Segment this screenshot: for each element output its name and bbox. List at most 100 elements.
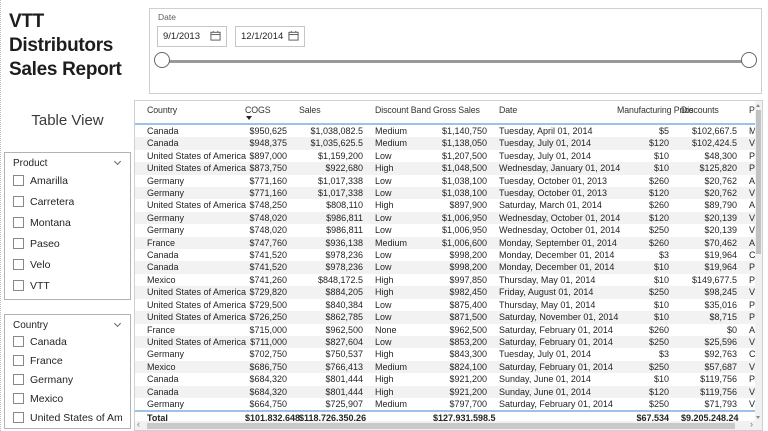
product-filter-header[interactable]: Product [5,153,130,170]
table-row[interactable]: United States of America $726,250 $862,785… [135,311,755,324]
cell-gross-sales: $921,200 [449,374,487,385]
horizontal-scrollbar-thumb[interactable] [147,422,735,429]
checkbox-icon[interactable] [13,374,24,385]
cell-cogs: $950,625 [249,126,287,136]
filter-item-label: France [30,354,63,367]
chevron-down-icon[interactable] [113,157,122,166]
view-label: Table View [31,112,104,129]
chevron-down-icon[interactable] [113,319,122,328]
table-row[interactable]: Germany $702,750 $750,537 High $843,300 Tuesd… [135,348,755,360]
column-header-cogs[interactable]: COGS [239,101,293,125]
column-header-sales[interactable]: Sales [293,101,369,125]
table-row[interactable]: Canada $950,625 $1,038,082.5 Medium $1,140,7… [135,124,755,137]
calendar-icon[interactable] [288,30,299,44]
column-header-discounts[interactable]: Discounts [675,101,743,125]
checkbox-icon[interactable] [13,280,24,291]
filter-item-label: Germany [30,373,74,386]
cell-sales: $862,785 [325,312,363,323]
date-range-slider-handle-end[interactable] [741,52,757,68]
table-row[interactable]: Germany $771,160 $1,017,338 Low $1,038,100 Tu… [135,187,755,200]
vertical-scrollbar[interactable] [755,101,762,421]
filter-item-france[interactable]: France [5,351,130,370]
checkbox-icon[interactable] [13,196,24,207]
table-row[interactable]: United States of America $748,250 $808,110… [135,199,755,211]
checkbox-icon[interactable] [13,412,24,423]
start-date-input[interactable]: 9/1/2013 [157,26,227,47]
filter-item-label: Mexico [30,392,64,405]
table-row[interactable]: United States of America $897,000 $1,159,2… [135,150,755,162]
cell-discounts: $102,424.5 [691,138,737,149]
checkbox-icon[interactable] [13,175,24,186]
cell-discount-band: Low [375,312,392,323]
filter-item-carretera[interactable]: Carretera [5,191,130,212]
date-range-slider-handle-start[interactable] [154,52,170,68]
checkbox-icon[interactable] [13,355,24,366]
table-row[interactable]: United States of America $729,820 $884,205… [135,286,755,299]
country-filter-header[interactable]: Country [5,315,130,332]
table-row[interactable]: Canada $741,520 $978,236 Low $998,200 Monday,… [135,249,755,261]
table-row[interactable]: France $715,000 $962,500 None $962,500 Saturd… [135,324,755,336]
checkbox-icon[interactable] [13,217,24,228]
checkbox-icon[interactable] [13,336,24,347]
cell-product: Velo [749,138,755,149]
column-header-country[interactable]: Country [135,101,239,125]
column-header-discount-band[interactable]: Discount Band [369,101,431,125]
column-header-gross-sales[interactable]: Gross Sales [427,101,493,125]
cell-gross-sales: $871,500 [449,312,487,323]
end-date-input[interactable]: 12/1/2014 [235,26,305,47]
table-row[interactable]: Mexico $686,750 $766,413 Medium $824,100 Satu… [135,360,755,374]
table-row[interactable]: Canada $684,320 $801,444 High $921,200 Sunday… [135,385,755,398]
filter-item-canada[interactable]: Canada [5,332,130,351]
table-row[interactable]: Canada $948,375 $1,035,625.5 Medium $1,138,0… [135,137,755,150]
table-row[interactable]: Canada $684,320 $801,444 High $921,200 Sunday… [135,373,755,385]
scroll-up-icon[interactable] [756,104,761,107]
table-row[interactable]: Mexico $741,260 $848,172.5 High $997,850 Thur… [135,274,755,286]
data-table: Country COGS Sales Discount Band Gross Sales… [135,101,755,421]
cell-discount-band: Medium [375,237,408,248]
cell-date: Tuesday, April 01, 2014 [499,126,593,136]
table-row[interactable]: United States of America $711,000 $827,604… [135,335,755,349]
vertical-scrollbar-thumb[interactable] [756,110,761,254]
filter-item-label: United States of America [30,411,122,424]
table-row[interactable]: Germany $748,020 $986,811 Low $1,006,950 Wedn… [135,224,755,236]
table-row[interactable]: France $747,760 $936,138 Medium $1,006,600 Mo… [135,236,755,250]
cell-discounts: $20,762 [704,188,737,199]
filter-item-mexico[interactable]: Mexico [5,389,130,408]
scroll-left-icon[interactable]: ‹ [137,420,140,429]
cell-discounts: $70,462 [704,237,737,248]
cell-country: Canada [147,374,179,385]
calendar-icon[interactable] [210,30,221,44]
column-header-manufacturing-price[interactable]: Manufacturing Price [611,101,693,125]
table-row[interactable]: Germany $748,020 $986,811 Low $1,006,950 Wedn… [135,211,755,225]
column-header-label: COGS [245,105,271,115]
filter-item-amarilla[interactable]: Amarilla [5,170,130,191]
filter-item-velo[interactable]: Velo [5,254,130,275]
cell-date: Tuesday, July 01, 2014 [499,349,592,360]
column-header-product[interactable]: Product [743,101,755,125]
filter-item-united-states-of-america[interactable]: United States of America [5,408,130,427]
cell-product: VTT [749,398,755,409]
cell-manufacturing-price: $250 [648,398,669,409]
table-row[interactable]: United States of America $873,750 $922,680… [135,162,755,175]
cell-manufacturing-price: $3 [658,349,669,360]
table-row[interactable]: Germany $771,160 $1,017,338 Low $1,038,100 Tu… [135,175,755,187]
filter-item-vtt[interactable]: VTT [5,275,130,296]
cell-sales: $936,138 [325,237,363,248]
table-row[interactable]: Germany $664,750 $725,907 Medium $797,700 Sat… [135,398,755,411]
table-row[interactable]: Canada $741,520 $978,236 Low $998,200 Monday,… [135,261,755,274]
cell-cogs: $897,000 [249,150,287,161]
cell-gross-sales: $1,140,750 [441,126,487,136]
filter-item-germany[interactable]: Germany [5,370,130,389]
column-header-date[interactable]: Date [493,101,611,125]
cell-sales: $1,035,625.5 [310,138,363,149]
checkbox-icon[interactable] [13,238,24,249]
horizontal-scrollbar[interactable]: ‹ › [135,420,755,430]
checkbox-icon[interactable] [13,393,24,404]
scroll-down-icon[interactable] [756,416,761,419]
checkbox-icon[interactable] [13,259,24,270]
scroll-right-icon[interactable]: › [750,420,753,429]
table-row[interactable]: United States of America $729,500 $840,384… [135,299,755,311]
filter-item-montana[interactable]: Montana [5,212,130,233]
filter-item-paseo[interactable]: Paseo [5,233,130,254]
cell-cogs: $741,520 [249,262,287,273]
